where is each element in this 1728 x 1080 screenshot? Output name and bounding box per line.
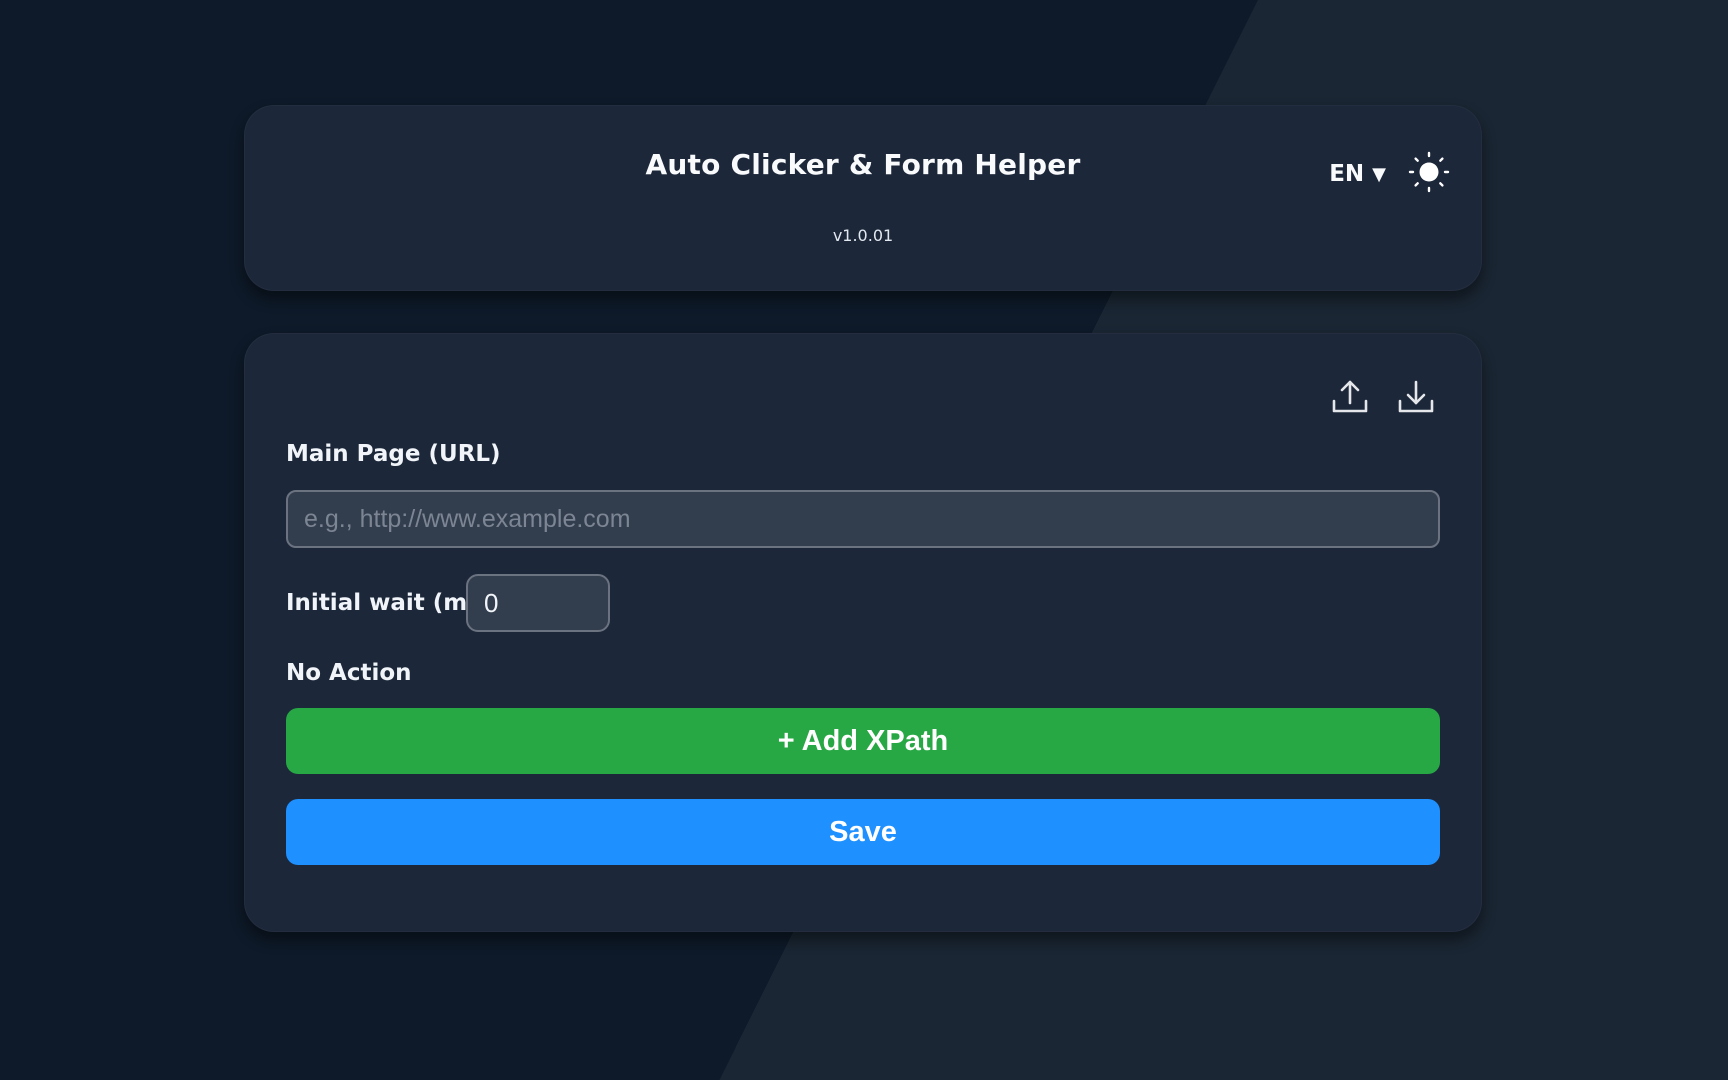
url-input[interactable] (286, 490, 1440, 548)
upload-icon (1332, 380, 1368, 413)
language-selector[interactable]: EN ▼ (1329, 161, 1386, 187)
initial-wait-label: Initial wait (ms) (286, 590, 492, 616)
caret-down-icon: ▼ (1372, 163, 1386, 185)
form-card: Main Page (URL) Initial wait (ms) No Act… (244, 333, 1482, 932)
language-label: EN (1329, 161, 1365, 187)
sun-icon (1408, 151, 1450, 193)
theme-toggle-button[interactable] (1408, 151, 1450, 193)
no-action-text: No Action (286, 660, 412, 686)
save-button[interactable]: Save (286, 799, 1440, 865)
download-icon (1398, 380, 1434, 413)
app-title: Auto Clicker & Form Helper (645, 148, 1081, 181)
version-label: v1.0.01 (832, 226, 894, 245)
header-card: Auto Clicker & Form Helper v1.0.01 EN ▼ (244, 105, 1482, 291)
upload-button[interactable] (1330, 377, 1370, 417)
download-button[interactable] (1396, 377, 1436, 417)
initial-wait-input[interactable] (466, 574, 610, 632)
url-label: Main Page (URL) (286, 441, 501, 467)
add-xpath-button[interactable]: + Add XPath (286, 708, 1440, 774)
